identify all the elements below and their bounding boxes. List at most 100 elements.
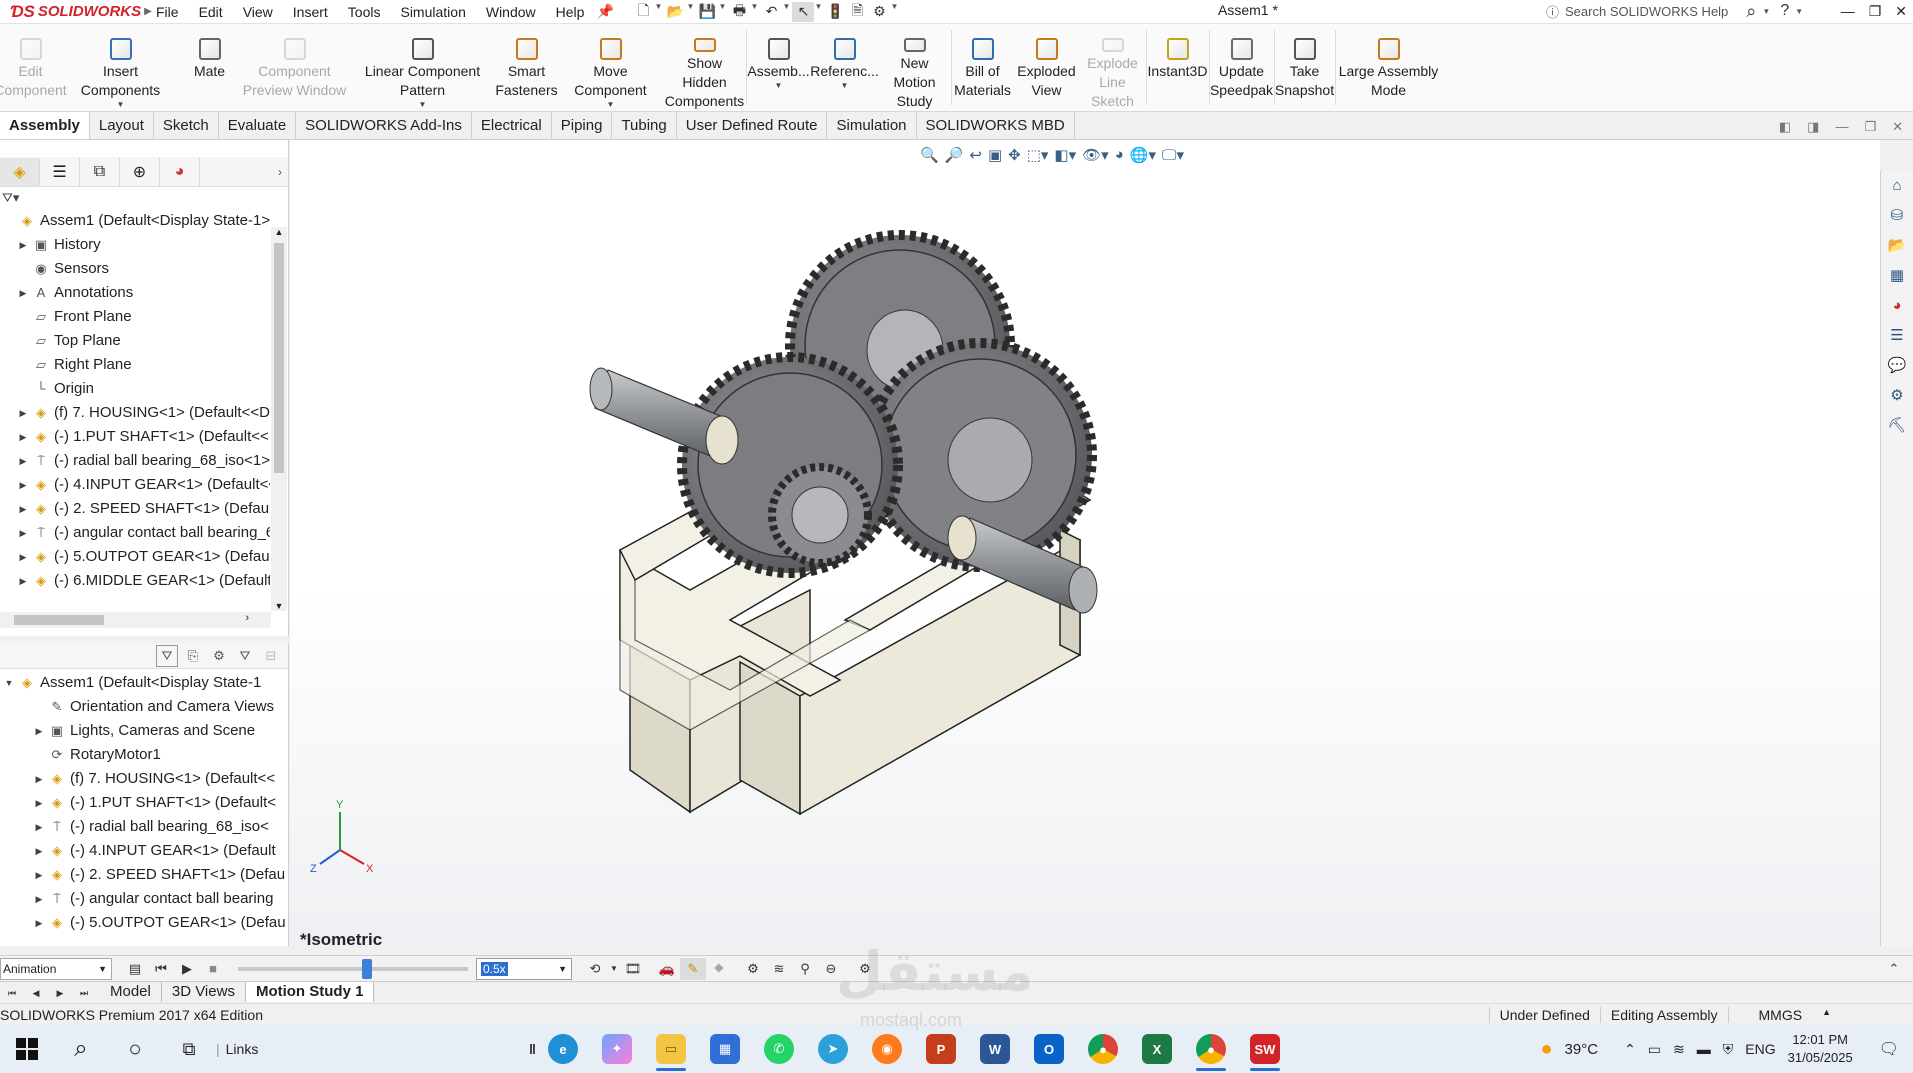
- scroll-down-icon[interactable]: ▼: [271, 601, 287, 611]
- menu-tools[interactable]: Tools: [338, 1, 391, 23]
- large-assembly-button[interactable]: Large Assembly Mode: [1336, 24, 1442, 111]
- tab-assembly[interactable]: Assembly: [0, 112, 90, 139]
- tab-tubing[interactable]: Tubing: [612, 112, 677, 139]
- help-dropdown-icon[interactable]: ▼: [1795, 7, 1803, 16]
- search-taskbar-icon[interactable]: ⌕: [54, 1027, 108, 1071]
- help-search[interactable]: ⓘ Search SOLIDWORKS Help ⌕ ▼ ? ▼: [1546, 0, 1803, 22]
- security-icon[interactable]: ⛨: [1723, 1041, 1734, 1058]
- playback-slider-thumb[interactable]: [362, 958, 372, 979]
- playback-mode-dropdown-icon[interactable]: ▼: [608, 958, 620, 980]
- add-key-icon[interactable]: ⯁: [706, 958, 732, 980]
- collapse-tree-icon[interactable]: ⊟: [260, 645, 282, 667]
- solidworks-resources-icon[interactable]: ⚙: [1885, 384, 1909, 406]
- tree-item[interactable]: ▶ ◈ (-) 1.PUT SHAFT<1> (Default<: [0, 791, 288, 815]
- scroll-right-icon[interactable]: ›: [245, 612, 249, 624]
- motor-icon[interactable]: ⚙: [740, 958, 766, 980]
- task-view-icon[interactable]: ⧉: [162, 1027, 216, 1071]
- play-from-start-icon[interactable]: ⏮: [148, 958, 174, 980]
- smart-fasteners-button[interactable]: Smart Fasteners: [495, 24, 558, 111]
- chevron-down-icon[interactable]: ▼: [419, 100, 427, 110]
- exploded-view-button[interactable]: Exploded View: [1014, 24, 1080, 111]
- whatsapp-app-icon[interactable]: ✆: [752, 1027, 806, 1071]
- tree-item[interactable]: ▶ ⍑ (-) angular contact ball bearing_68: [0, 521, 270, 545]
- playback-slider[interactable]: [238, 958, 468, 979]
- notifications-icon[interactable]: 🗨: [1879, 1039, 1899, 1059]
- outlook-app-icon[interactable]: O: [1022, 1027, 1076, 1071]
- instant3d-button[interactable]: Instant3D: [1147, 24, 1209, 111]
- tree-item[interactable]: ▶ ▣ Lights, Cameras and Scene: [0, 719, 288, 743]
- expand-arrow-icon[interactable]: ▶: [30, 863, 48, 887]
- expand-arrow-icon[interactable]: ▶: [14, 449, 32, 473]
- move-component-button[interactable]: Move Component ▼: [558, 24, 664, 111]
- tab-user-defined-route[interactable]: User Defined Route: [677, 112, 828, 139]
- weather-sun-icon[interactable]: ●: [1540, 1038, 1552, 1061]
- expand-arrow-icon[interactable]: ▶: [14, 545, 32, 569]
- expand-arrow-icon[interactable]: ▶: [30, 887, 48, 911]
- tree-filter[interactable]: ⛛▾: [0, 187, 288, 209]
- tab-last-icon[interactable]: ⏭: [72, 983, 96, 1005]
- tree-item[interactable]: ⟳ RotaryMotor1: [0, 743, 288, 767]
- show-hidden-button[interactable]: Show Hidden Components: [664, 24, 746, 111]
- telegram-app-icon[interactable]: ➤: [806, 1027, 860, 1071]
- links-toolbar[interactable]: | Links ‖: [216, 1041, 536, 1057]
- mate-button[interactable]: Mate: [180, 24, 240, 111]
- chevron-down-icon[interactable]: ▼: [775, 81, 783, 91]
- animation-wizard-icon[interactable]: 🚗: [654, 958, 680, 980]
- chevron-down-icon[interactable]: ▼: [841, 81, 849, 91]
- tab-simulation[interactable]: Simulation: [827, 112, 917, 139]
- speedpak-button[interactable]: Update Speedpak: [1210, 24, 1274, 111]
- solidworks-logo[interactable]: ƊS SOLIDWORKS ▶: [0, 0, 152, 24]
- excel-app-icon[interactable]: X: [1130, 1027, 1184, 1071]
- stop-icon[interactable]: ■: [200, 958, 226, 980]
- filter-animation-icon[interactable]: ⛛: [156, 644, 178, 667]
- playback-mode-icon[interactable]: ⟲: [582, 958, 608, 980]
- autokey-icon[interactable]: ✎: [680, 957, 706, 980]
- tree-item[interactable]: ▶ ▣ History: [0, 233, 270, 257]
- tree-item[interactable]: ▱ Top Plane: [0, 329, 270, 353]
- tab-solidworks-add-ins[interactable]: SOLIDWORKS Add-Ins: [296, 112, 472, 139]
- help-search-input[interactable]: Search SOLIDWORKS Help: [1565, 4, 1728, 19]
- expand-arrow-icon[interactable]: ▶: [14, 401, 32, 425]
- speed-shaft-pinion[interactable]: [768, 463, 872, 567]
- doc-minimize-icon[interactable]: —: [1835, 119, 1848, 135]
- tree-item[interactable]: ▱ Front Plane: [0, 305, 270, 329]
- study-tab-model[interactable]: Model: [100, 981, 162, 1002]
- file-properties-icon[interactable]: 🗎: [846, 2, 868, 22]
- print-icon[interactable]: 🖶: [728, 2, 750, 22]
- menu-insert[interactable]: Insert: [283, 1, 338, 23]
- tree-item[interactable]: ▶ ⍑ (-) angular contact ball bearing: [0, 887, 288, 911]
- property-manager-tab-icon[interactable]: ☰: [40, 157, 80, 186]
- print-dropdown-icon[interactable]: ▼: [750, 2, 760, 22]
- select-icon[interactable]: ↖: [792, 1, 815, 22]
- bom-button[interactable]: Bill of Materials: [952, 24, 1014, 111]
- tree-horizontal-scrollbar[interactable]: ›: [0, 612, 271, 628]
- start-button[interactable]: [0, 1027, 54, 1071]
- tree-item[interactable]: ▶ ◈ (-) 2. SPEED SHAFT<1> (Defau: [0, 863, 288, 887]
- view-palette-icon[interactable]: ▦: [1885, 264, 1909, 286]
- chevron-down-icon[interactable]: ▼: [607, 100, 615, 110]
- tree-item[interactable]: ▶ ◈ (-) 5.OUTPOT GEAR<1> (Defau: [0, 911, 288, 935]
- filter-driving-icon[interactable]: ⎘: [182, 645, 204, 667]
- search-dropdown-icon[interactable]: ▼: [1762, 7, 1770, 16]
- menu-help[interactable]: Help: [546, 1, 595, 23]
- scroll-h-thumb[interactable]: [14, 615, 104, 625]
- solidworks-app-icon[interactable]: SW: [1238, 1027, 1292, 1071]
- snapshot-button[interactable]: Take Snapshot: [1275, 24, 1335, 111]
- tree-item[interactable]: └ Origin: [0, 377, 270, 401]
- pin-icon[interactable]: 📌: [594, 2, 616, 22]
- battery-icon[interactable]: ▬: [1697, 1041, 1711, 1057]
- open-dropdown-icon[interactable]: ▼: [686, 2, 696, 22]
- display-manager-tab-icon[interactable]: ◕: [160, 157, 200, 186]
- study-tab-motion-study-1[interactable]: Motion Study 1: [245, 981, 375, 1002]
- file-explorer-app-icon[interactable]: ▭: [644, 1027, 698, 1071]
- tree-item[interactable]: ▶ ◈ (-) 1.PUT SHAFT<1> (Default<<De: [0, 425, 270, 449]
- tile-left-icon[interactable]: ◧: [1779, 119, 1791, 135]
- tab-prev-icon[interactable]: ◀: [24, 983, 48, 1005]
- firefox-app-icon[interactable]: ◉: [860, 1027, 914, 1071]
- expand-arrow-icon[interactable]: ▶: [14, 425, 32, 449]
- expand-arrow-icon[interactable]: ▶: [30, 839, 48, 863]
- linear-pattern-button[interactable]: Linear Component Pattern ▼: [350, 24, 496, 111]
- options-dropdown-icon[interactable]: ▼: [890, 2, 900, 22]
- tile-right-icon[interactable]: ◨: [1807, 119, 1819, 135]
- tree-item[interactable]: ◉ Sensors: [0, 257, 270, 281]
